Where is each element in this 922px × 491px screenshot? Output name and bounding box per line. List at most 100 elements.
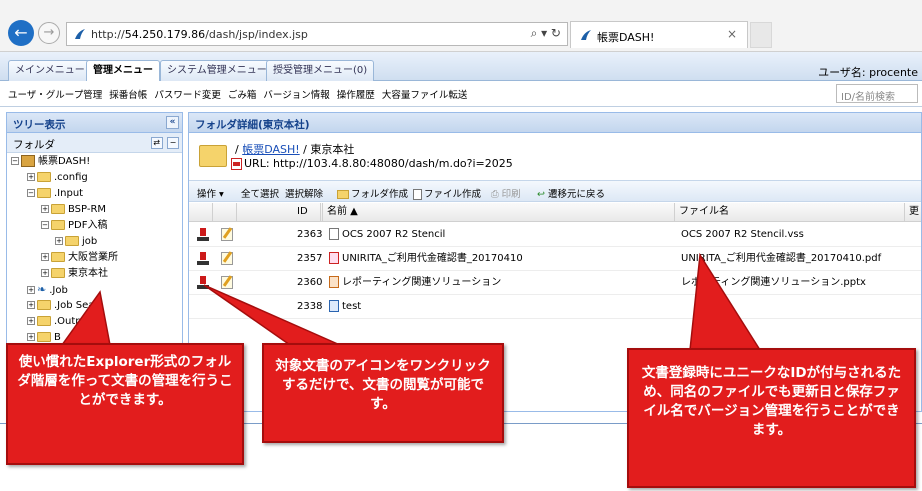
submenu-large-file-transfer[interactable]: 大容量ファイル転送 [382,90,468,101]
edit-icon[interactable] [221,252,233,265]
tree-toggle-icon[interactable]: + [27,301,35,309]
table-row[interactable]: 2338 test [189,295,921,319]
create-file-button[interactable]: ファイル作成 [413,186,481,200]
submenu-version-info[interactable]: バージョン情報 [263,90,329,101]
printer-icon: ⎙ [491,189,499,200]
tab-exchange-menu[interactable]: 授受管理メニュー(0) [266,60,375,81]
row-name[interactable]: OCS 2007 R2 Stencil [329,223,445,247]
select-all-button[interactable]: 全て選択 [241,186,279,200]
tree-panel-title: ツリー表示 [13,119,66,131]
row-name[interactable]: UNIRITA_ご利用代金確認書_20170410 [329,247,523,271]
tree-node-bsp-rm[interactable]: + BSP-RM [41,202,106,218]
folder-icon [37,300,51,310]
tree-node-output[interactable]: + .Outp [27,314,82,330]
folder-open-icon [51,220,65,230]
tree-node-pdf-input[interactable]: − PDF入稿 [41,218,107,234]
tree-toggle-icon[interactable]: + [41,269,49,277]
tree-panel-header: ツリー表示 « [7,113,182,133]
address-url: http://54.250.179.86/dash/jsp/index.jsp [91,28,308,41]
new-tab-button[interactable] [750,22,772,48]
breadcrumb: / 帳票DASH! / 東京本社 [235,143,355,156]
tree-toggle-icon[interactable]: + [27,173,35,181]
col-edit [213,203,237,222]
tree-toggle-icon[interactable]: + [27,333,35,341]
address-bar[interactable]: http://54.250.179.86/dash/jsp/index.jsp … [66,22,568,46]
tree-node-job[interactable]: + job [55,234,97,250]
row-filename: OCS 2007 R2 Stencil.vss [681,229,804,240]
table-row[interactable]: 2363 OCS 2007 R2 Stencil OCS 2007 R2 Ste… [189,223,921,247]
back-arrow-icon[interactable]: ← [8,20,34,46]
breadcrumb-root-link[interactable]: 帳票DASH! [242,143,299,156]
tab-main-menu[interactable]: メインメニュー [8,60,92,81]
tree-toggle-icon[interactable]: + [55,237,63,245]
tree-node-config[interactable]: + .config [27,170,88,186]
tree-toggle-icon[interactable]: − [41,221,49,229]
folder-icon [51,204,65,214]
tree-node-root[interactable]: − 帳票DASH! [11,154,90,170]
forward-arrow-icon[interactable]: → [38,22,60,44]
collapse-tree-icon[interactable]: − [167,137,179,149]
row-id: 2338 [297,301,323,312]
submenu-password-change[interactable]: パスワード変更 [154,90,221,101]
folder-icon [51,252,65,262]
download-icon[interactable] [197,276,209,289]
folder-open-icon [37,188,51,198]
folder-subheader-label: フォルダ [13,139,55,151]
user-name-label: ユーザ名: procente [818,66,918,79]
tree-toggle-icon[interactable]: + [27,317,35,325]
back-to-source-button[interactable]: ↩ 遷移元に戻る [537,186,605,200]
pdf-file-icon[interactable] [329,252,339,264]
tab-favicon-icon [581,30,591,40]
operation-menu-button[interactable]: 操作 ▾ [197,186,224,200]
tab-system-admin-menu[interactable]: システム管理メニュー [160,60,274,81]
browser-tab[interactable]: 帳票DASH! × [570,21,748,48]
submenu-trash[interactable]: ごみ箱 [228,90,257,101]
table-row[interactable]: 2360 レポーティング関連ソリューション レポーティング関連ソリューション.p… [189,271,921,295]
tree-node-job-search[interactable]: + .Job Sea [27,298,94,314]
tree-toggle-icon[interactable]: + [41,205,49,213]
url-link-icon[interactable] [329,300,339,312]
print-button[interactable]: ⎙ 印刷 [491,186,521,200]
create-folder-button[interactable]: フォルダ作成 [337,186,408,200]
row-id: 2363 [297,229,323,240]
file-toolbar: 操作 ▾ 全て選択 選択解除 フォルダ作成 ファイル作成 ⎙ 印刷 ↩ 遷移元に… [189,180,921,202]
tab-close-icon[interactable]: × [727,27,737,41]
col-id-header[interactable]: ID [293,203,323,222]
table-row[interactable]: 2357 UNIRITA_ご利用代金確認書_20170410 UNIRITA_ご… [189,247,921,271]
col-name-header[interactable]: 名前 ▲ [323,203,675,222]
tree-toggle-icon[interactable]: − [27,189,35,197]
download-icon[interactable] [197,228,209,241]
address-tools-icon[interactable]: ⌕ ▾ ↻ [531,26,561,41]
powerpoint-file-icon[interactable] [329,276,339,288]
deselect-button[interactable]: 選択解除 [285,186,323,200]
tree-toggle-icon[interactable]: + [41,253,49,261]
folder-icon [65,236,79,246]
submenu-numbering-ledger[interactable]: 採番台帳 [109,90,147,101]
callout-explorer-hierarchy: 使い慣れたExplorer形式のフォルダ階層を作って文書の管理を行うことができま… [6,343,244,465]
col-filename-header[interactable]: ファイル名 [675,203,905,222]
folder-icon [37,172,51,182]
browser-chrome: ← → http://54.250.179.86/dash/jsp/index.… [0,0,922,52]
tree-toggle-icon[interactable]: + [27,286,35,294]
row-name[interactable]: test [329,295,361,319]
col-updated-header[interactable]: 更 [905,203,922,222]
col-download [189,203,213,222]
tree-node-tokyo[interactable]: + 東京本社 [41,266,108,282]
id-name-search-input[interactable]: ID/名前検索 [836,84,918,103]
submenu-operation-history[interactable]: 操作履歴 [337,90,375,101]
folder-subheader: フォルダ ⇄ − [7,133,182,153]
collapse-panel-icon[interactable]: « [166,116,179,129]
refresh-tree-icon[interactable]: ⇄ [150,137,163,149]
document-icon[interactable] [329,228,339,240]
edit-icon[interactable] [221,228,233,241]
tab-admin-menu[interactable]: 管理メニュー [86,60,160,82]
folder-icon [51,268,65,278]
tree-node-input[interactable]: − .Input [27,186,83,202]
tree-node-osaka[interactable]: + 大阪営業所 [41,250,118,266]
submenu-user-group[interactable]: ユーザ・グループ管理 [8,90,102,101]
row-name[interactable]: レポーティング関連ソリューション [329,271,501,295]
edit-icon[interactable] [221,276,233,289]
tree-toggle-icon[interactable]: − [11,157,19,165]
tree-node-job-root[interactable]: + ❧ .Job [27,282,68,298]
download-icon[interactable] [197,252,209,265]
